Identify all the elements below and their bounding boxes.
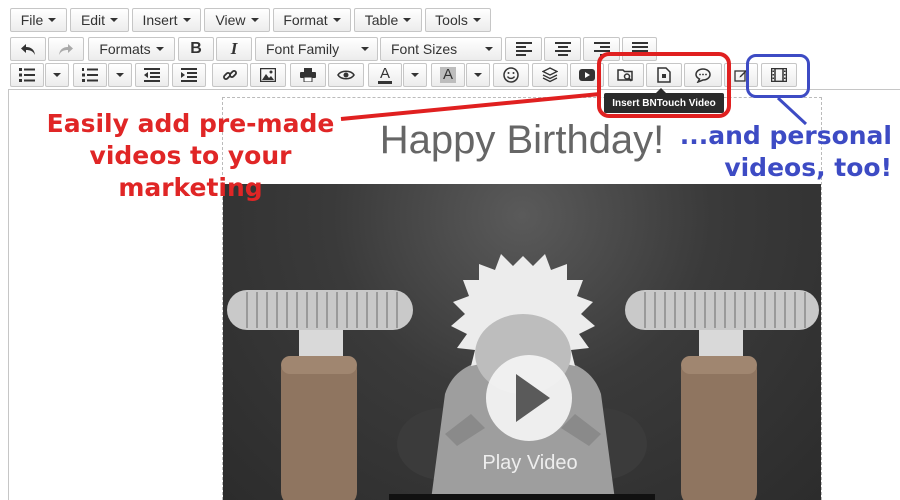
- menu-insert-label: Insert: [142, 12, 178, 28]
- red-annotation: Easily add pre-made videos to your marke…: [18, 108, 363, 204]
- menu-table-label: Table: [364, 12, 399, 28]
- outdent-button[interactable]: [135, 63, 169, 87]
- font-sizes-label: Font Sizes: [391, 41, 458, 57]
- chevron-down-icon: [48, 18, 57, 22]
- print-icon: [300, 68, 316, 82]
- red-highlight-box: [597, 52, 731, 118]
- menubar: File Edit Insert View Format Table Tools: [0, 0, 900, 36]
- formats-label: Formats: [99, 41, 151, 57]
- layers-button[interactable]: [532, 63, 568, 87]
- formats-dropdown[interactable]: Formats: [88, 37, 175, 61]
- menu-edit-label: Edit: [80, 12, 106, 28]
- text-color-button[interactable]: A: [368, 63, 402, 87]
- italic-button[interactable]: I: [216, 37, 252, 61]
- blue-highlight-box: [746, 54, 810, 98]
- chevron-down-icon: [332, 18, 341, 22]
- emoticons-button[interactable]: [493, 63, 529, 87]
- chevron-down-icon: [155, 47, 164, 51]
- menu-file[interactable]: File: [10, 8, 67, 32]
- bullet-list-icon: [19, 68, 35, 82]
- play-video-label: Play Video: [482, 452, 578, 474]
- insert-link-button[interactable]: [212, 63, 248, 87]
- chevron-down-icon: [250, 18, 259, 22]
- chevron-down-icon: [182, 18, 191, 22]
- insert-image-button[interactable]: [250, 63, 286, 87]
- menu-view-label: View: [215, 12, 246, 28]
- bullet-list-button[interactable]: [10, 63, 44, 87]
- red-annotation-line-1: Easily add pre-made: [46, 109, 335, 138]
- blue-annotation-line-2: videos, too!: [724, 153, 892, 182]
- text-color-label: A: [379, 64, 390, 82]
- redo-button[interactable]: [48, 37, 84, 61]
- bg-color-label: A: [442, 66, 453, 83]
- chevron-down-icon: [472, 18, 481, 22]
- indent-button[interactable]: [172, 63, 206, 87]
- smiley-icon: [503, 67, 519, 83]
- bottom-bar: [389, 494, 655, 500]
- red-annotation-line-2: videos to your marketing: [89, 141, 292, 202]
- font-family-label: Font Family: [266, 41, 340, 57]
- align-center-icon: [554, 42, 571, 56]
- image-icon: [260, 68, 276, 82]
- menu-tools[interactable]: Tools: [425, 8, 491, 32]
- right-pillar: [625, 290, 819, 500]
- text-color-icon: A: [377, 64, 392, 84]
- chevron-down-icon: [53, 73, 61, 77]
- play-button[interactable]: [486, 355, 572, 441]
- chevron-down-icon: [361, 47, 369, 51]
- eye-icon: [337, 70, 355, 80]
- menu-tools-label: Tools: [435, 12, 468, 28]
- chevron-down-icon: [411, 73, 419, 77]
- menu-view[interactable]: View: [204, 8, 270, 32]
- menu-format-label: Format: [283, 12, 328, 28]
- menu-format[interactable]: Format: [273, 8, 351, 32]
- font-sizes-select[interactable]: Font Sizes: [380, 37, 502, 61]
- font-family-select[interactable]: Font Family: [255, 37, 378, 61]
- youtube-icon: [579, 69, 595, 81]
- menu-file-label: File: [20, 12, 44, 28]
- chevron-down-icon: [403, 18, 412, 22]
- menu-edit[interactable]: Edit: [70, 8, 129, 32]
- blue-annotation-line-1: ...and personal: [679, 121, 892, 150]
- align-left-icon: [515, 42, 532, 56]
- redo-icon: [59, 44, 73, 55]
- undo-icon: [21, 44, 35, 55]
- italic-label: I: [230, 39, 238, 58]
- chevron-down-icon: [474, 73, 482, 77]
- layers-icon: [542, 67, 558, 83]
- numbered-list-button[interactable]: [73, 63, 107, 87]
- numbered-list-icon: [82, 68, 98, 82]
- print-button[interactable]: [290, 63, 326, 87]
- outdent-icon: [144, 68, 160, 82]
- align-center-button[interactable]: [544, 37, 581, 61]
- bold-label: B: [190, 40, 202, 57]
- numbered-list-dropdown[interactable]: [108, 63, 132, 87]
- bg-color-icon: A: [439, 66, 456, 83]
- bg-color-button[interactable]: A: [431, 63, 465, 87]
- menu-table[interactable]: Table: [354, 8, 422, 32]
- bold-button[interactable]: B: [178, 37, 214, 61]
- bullet-list-dropdown[interactable]: [45, 63, 69, 87]
- chevron-down-icon: [110, 18, 119, 22]
- bg-color-dropdown[interactable]: [466, 63, 490, 87]
- blue-annotation: ...and personal videos, too!: [668, 120, 892, 184]
- left-pillar: [227, 290, 413, 500]
- chevron-down-icon: [485, 47, 493, 51]
- text-color-dropdown[interactable]: [403, 63, 427, 87]
- menu-insert[interactable]: Insert: [132, 8, 201, 32]
- align-left-button[interactable]: [505, 37, 542, 61]
- undo-button[interactable]: [10, 37, 46, 61]
- indent-icon: [181, 68, 197, 82]
- preview-button[interactable]: [328, 63, 364, 87]
- link-icon: [223, 70, 237, 80]
- chevron-down-icon: [116, 73, 124, 77]
